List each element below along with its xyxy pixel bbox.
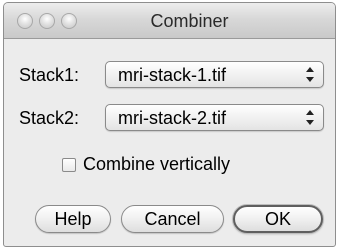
help-button[interactable]: Help [35, 205, 111, 233]
combiner-dialog: Combiner Stack1: mri-stack-1.tif Stack2:… [3, 2, 336, 247]
updown-arrows-icon [305, 109, 315, 126]
window-title: Combiner [150, 11, 229, 31]
ok-button[interactable]: OK [233, 205, 323, 233]
cancel-button[interactable]: Cancel [121, 205, 224, 233]
stack1-label: Stack1: [19, 65, 80, 85]
combine-vertically-label[interactable]: Combine vertically [83, 154, 230, 175]
stack1-select[interactable]: mri-stack-1.tif [105, 61, 324, 88]
updown-arrows-icon [305, 66, 315, 83]
combine-vertically-checkbox[interactable] [62, 158, 76, 172]
stack1-select-value: mri-stack-1.tif [118, 65, 226, 85]
title-bar: Combiner [4, 3, 335, 39]
stack2-select-value: mri-stack-2.tif [118, 108, 226, 128]
stack2-label: Stack2: [19, 108, 80, 128]
stack2-select[interactable]: mri-stack-2.tif [105, 104, 324, 131]
